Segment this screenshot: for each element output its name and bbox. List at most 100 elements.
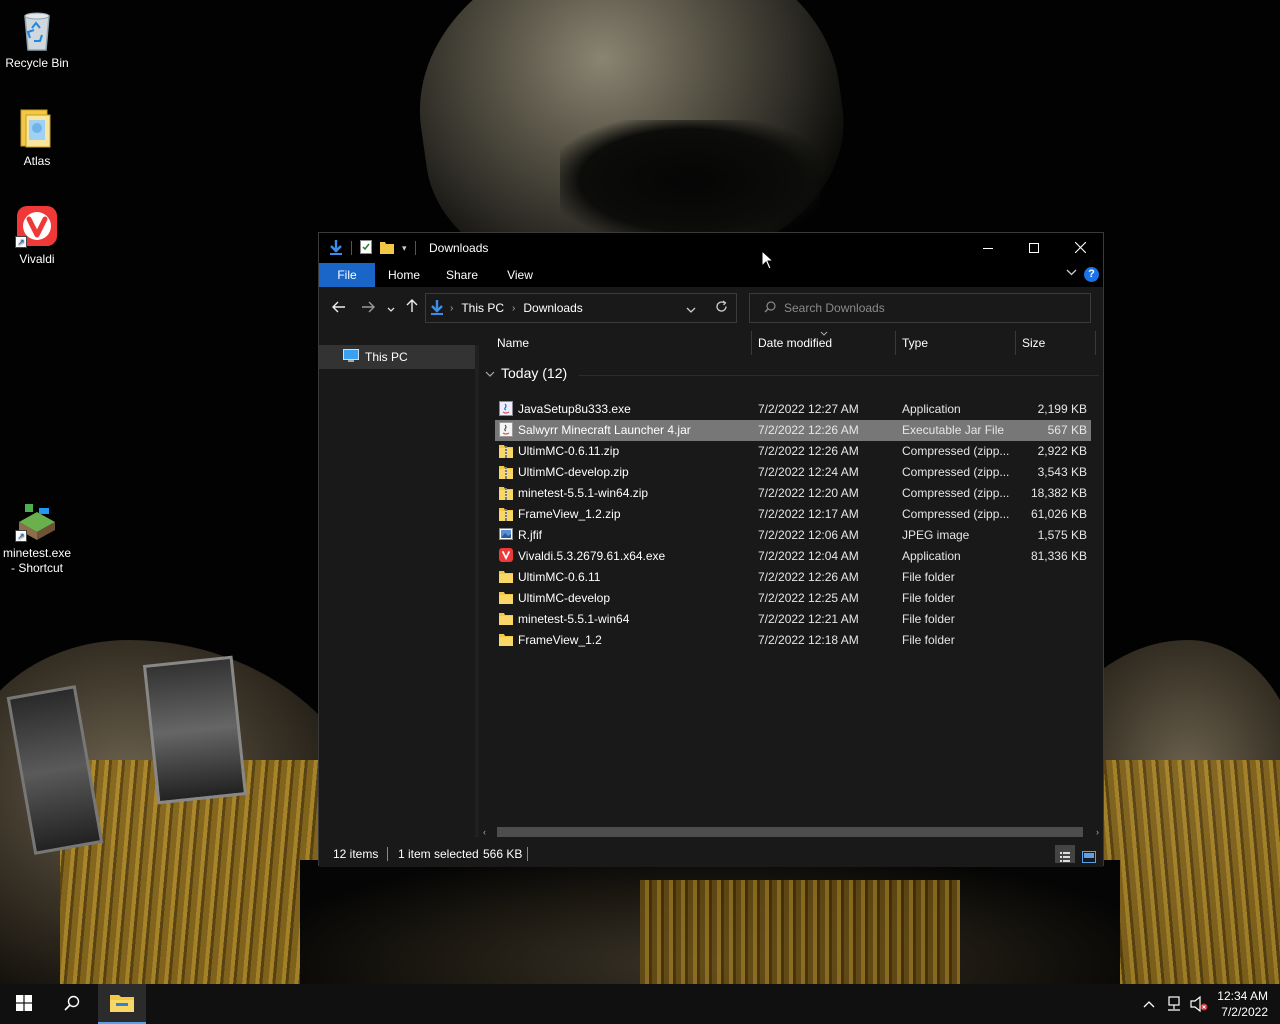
help-icon[interactable]: ? (1084, 267, 1099, 282)
navigation-pane: This PC (319, 345, 475, 837)
file-type: Application (902, 402, 961, 416)
file-row[interactable]: FrameView_1.2.zip 7/2/2022 12:17 AM Compre… (495, 504, 1091, 525)
file-name: minetest-5.5.1-win64.zip (518, 486, 649, 500)
expand-ribbon-icon[interactable] (1066, 267, 1077, 279)
chevron-down-icon (485, 365, 495, 381)
file-row[interactable]: UltimMC-develop 7/2/2022 12:25 AM File fol… (495, 588, 1091, 609)
file-row[interactable]: UltimMC-develop.zip 7/2/2022 12:24 AM Comp… (495, 462, 1091, 483)
column-divider[interactable] (1095, 331, 1096, 355)
taskbar: 12:34 AM 7/2/2022 (0, 984, 1280, 1024)
breadcrumb-downloads[interactable]: Downloads (523, 301, 582, 315)
wallpaper-shadow (560, 120, 820, 240)
tree-item-label: This PC (365, 350, 408, 364)
minetest-icon: ↗ (15, 498, 59, 542)
up-button[interactable] (402, 299, 422, 319)
status-separator (387, 847, 388, 861)
file-explorer-taskbar-button[interactable] (98, 984, 146, 1024)
folder-icon (499, 611, 513, 626)
window-title: Downloads (429, 241, 489, 255)
jar-icon (499, 422, 513, 437)
file-row[interactable]: Salwyrr Minecraft Launcher 4.jar 7/2/2022… (495, 420, 1091, 441)
file-date-modified: 7/2/2022 12:26 AM (758, 423, 859, 437)
customize-dropdown-icon[interactable]: ▾ (402, 243, 407, 254)
tab-view[interactable]: View (495, 263, 545, 287)
new-folder-icon[interactable] (380, 240, 394, 257)
status-separator (527, 847, 528, 861)
breadcrumb-separator: › (450, 302, 454, 314)
file-row[interactable]: FrameView_1.2 7/2/2022 12:18 AM File folde… (495, 630, 1091, 651)
column-header-type[interactable]: Type (896, 329, 1014, 357)
maximize-button[interactable] (1011, 233, 1057, 263)
large-icons-view-button[interactable] (1079, 845, 1099, 863)
search-button[interactable] (48, 984, 96, 1024)
file-name: Salwyrr Minecraft Launcher 4.jar (518, 423, 691, 437)
file-row[interactable]: UltimMC-0.6.11 7/2/2022 12:26 AM File fold… (495, 567, 1091, 588)
file-name: Vivaldi.5.3.2679.61.x64.exe (518, 549, 666, 563)
forward-button[interactable] (358, 299, 378, 319)
properties-icon[interactable] (360, 239, 372, 257)
file-date-modified: 7/2/2022 12:21 AM (758, 612, 859, 626)
explorer-window[interactable]: ▾ Downloads File Home Share View ? › Thi… (318, 232, 1104, 867)
file-type: JPEG image (902, 528, 970, 542)
address-bar[interactable]: › This PC › Downloads (425, 293, 737, 323)
show-hidden-icons-icon[interactable] (1143, 996, 1155, 1011)
details-view-button[interactable] (1055, 845, 1075, 863)
refresh-icon[interactable] (715, 300, 728, 316)
file-row[interactable]: R.jfif 7/2/2022 12:06 AM JPEG image 1,575 K… (495, 525, 1091, 546)
file-type: File folder (902, 591, 955, 605)
file-name: UltimMC-0.6.11.zip (518, 444, 620, 458)
back-button[interactable] (329, 299, 349, 319)
pc-icon (343, 348, 359, 366)
column-header-date-modified[interactable]: Date modified (752, 329, 894, 357)
taskbar-clock[interactable]: 12:34 AM 7/2/2022 (1217, 988, 1268, 1020)
desktop-icon-label: Recycle Bin (5, 56, 69, 70)
desktop-icon-atlas[interactable]: Atlas (0, 106, 74, 169)
status-selected-size: 566 KB (483, 847, 523, 861)
file-row[interactable]: minetest-5.5.1-win64.zip 7/2/2022 12:20 A… (495, 483, 1091, 504)
file-row[interactable]: UltimMC-0.6.11.zip 7/2/2022 12:26 AM Compr… (495, 441, 1091, 462)
file-size: 1,575 KB (1037, 528, 1087, 542)
file-name: UltimMC-develop.zip (518, 465, 629, 479)
tab-share[interactable]: Share (435, 263, 489, 287)
horizontal-scrollbar[interactable]: ‹ › (479, 825, 1103, 839)
close-button[interactable] (1057, 233, 1103, 263)
mouse-cursor-icon (761, 250, 775, 270)
search-icon (764, 300, 776, 316)
column-header-name[interactable]: Name (491, 329, 745, 357)
address-dropdown-icon[interactable] (686, 302, 696, 316)
file-date-modified: 7/2/2022 12:27 AM (758, 402, 859, 416)
desktop-icon-minetest-shortcut[interactable]: ↗ minetest.exe - Shortcut (0, 498, 74, 576)
desktop-icon-recycle-bin[interactable]: Recycle Bin (0, 8, 74, 71)
ribbon: File Home Share View ? (319, 263, 1103, 287)
breadcrumb-this-pc[interactable]: This PC (461, 301, 504, 315)
file-row[interactable]: Vivaldi.5.3.2679.61.x64.exe 7/2/2022 12:0… (495, 546, 1091, 567)
recycle-bin-icon (15, 8, 59, 52)
tree-item-this-pc[interactable]: This PC (319, 345, 475, 369)
scrollbar-thumb[interactable] (497, 827, 1083, 837)
quick-access-toolbar: ▾ (329, 239, 416, 258)
tab-file[interactable]: File (319, 263, 375, 287)
recent-locations-button[interactable] (381, 299, 401, 319)
file-size: 2,199 KB (1037, 402, 1087, 416)
folder-icon (499, 632, 513, 647)
start-button[interactable] (0, 984, 48, 1024)
column-header-size[interactable]: Size (1016, 329, 1094, 357)
search-box[interactable]: Search Downloads (749, 293, 1091, 323)
file-row[interactable]: minetest-5.5.1-win64 7/2/2022 12:21 AM Fil… (495, 609, 1091, 630)
shortcut-arrow-icon: ↗ (15, 530, 27, 542)
desktop-icon-label: - Shortcut (10, 561, 64, 575)
clock-time: 12:34 AM (1217, 989, 1268, 1003)
group-header-today[interactable]: Today (12) (485, 365, 567, 381)
desktop-icon-vivaldi[interactable]: ↗ Vivaldi (0, 204, 74, 267)
downloads-arrow-icon[interactable] (329, 239, 343, 258)
file-row[interactable]: JavaSetup8u333.exe 7/2/2022 12:27 AM Appli… (495, 399, 1091, 420)
minimize-button[interactable] (965, 233, 1011, 263)
volume-muted-icon[interactable] (1190, 995, 1208, 1015)
file-name: minetest-5.5.1-win64 (518, 612, 630, 626)
title-bar[interactable]: ▾ Downloads (319, 233, 1103, 263)
scroll-right-arrow-icon[interactable]: › (1096, 825, 1099, 839)
separator (351, 241, 352, 255)
scroll-left-arrow-icon[interactable]: ‹ (483, 825, 486, 839)
network-icon[interactable] (1166, 996, 1182, 1015)
tab-home[interactable]: Home (379, 263, 429, 287)
